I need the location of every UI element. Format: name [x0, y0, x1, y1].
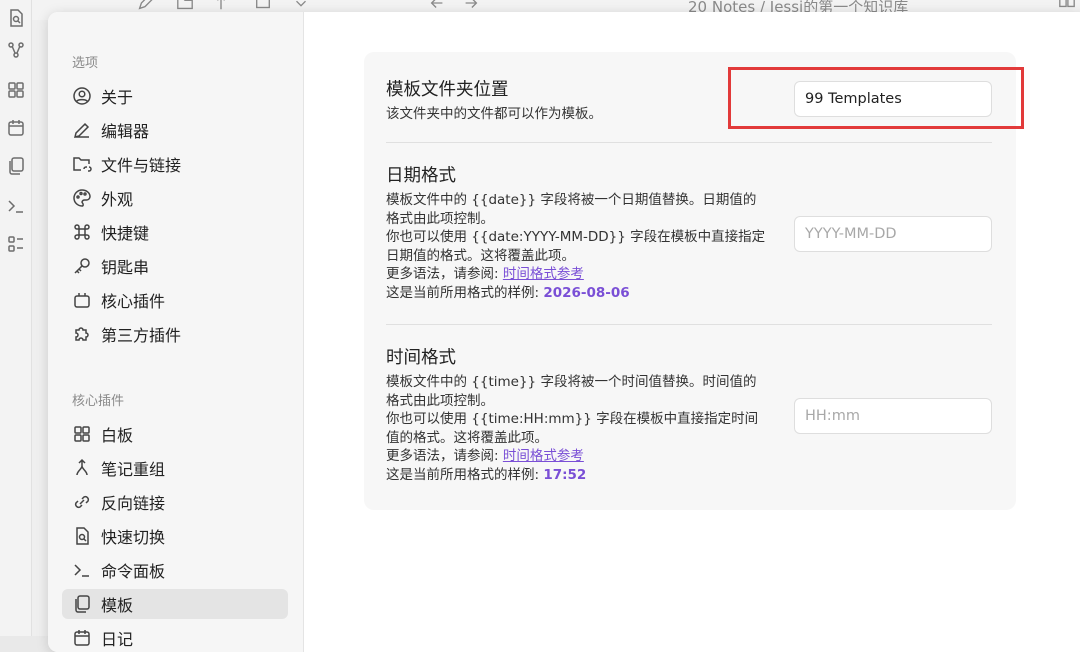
time-format-input[interactable]: [794, 398, 992, 434]
divider: [386, 324, 992, 325]
sidebar-group-title-options: 选项: [72, 52, 98, 71]
sidebar-item-label: 白板: [101, 422, 133, 446]
desc-line: 你也可以使用 {{date:YYYY-MM-DD}} 字段在模板中直接指定日期值…: [386, 228, 768, 265]
sidebar-item-label: 反向链接: [101, 490, 165, 514]
sidebar-item-label: 日记: [101, 626, 133, 650]
pen-icon: [72, 120, 92, 140]
sidebar-item-editor[interactable]: 编辑器: [62, 115, 288, 145]
sidebar-item-label: 外观: [101, 186, 133, 210]
sidebar-item-daily-notes[interactable]: 日记: [62, 623, 288, 652]
setting-name: 时间格式: [386, 344, 992, 369]
sidebar-item-canvas[interactable]: 白板: [62, 419, 288, 449]
sidebar-item-label: 快捷键: [101, 220, 149, 244]
calendar-icon[interactable]: [6, 118, 26, 138]
desc-sample: 这是当前所用格式的样例: 17:52: [386, 466, 768, 485]
sidebar-item-label: 编辑器: [101, 118, 149, 142]
date-sample-value: 2026-08-06: [543, 285, 629, 301]
grid-icon: [72, 424, 92, 444]
left-ribbon: [0, 0, 32, 636]
file-search-icon: [72, 526, 92, 546]
settings-content: 模板文件夹位置 该文件夹中的文件都可以作为模板。 日期格式 模板文件中的 {{d…: [304, 12, 1080, 652]
sidebar-item-command-palette[interactable]: 命令面板: [62, 555, 288, 585]
sidebar-item-label: 关于: [101, 84, 133, 108]
time-sample-value: 17:52: [543, 467, 586, 483]
setting-description: 该文件夹中的文件都可以作为模板。: [386, 105, 768, 124]
setting-description: 模板文件中的 {{time}} 字段将被一个时间值替换。时间值的格式由此项控制。…: [386, 373, 768, 484]
terminal-icon: [72, 560, 92, 580]
sidebar-item-files-links[interactable]: 文件与链接: [62, 149, 288, 179]
list-icon[interactable]: [6, 234, 26, 254]
sidebar-item-hotkeys[interactable]: 快捷键: [62, 217, 288, 247]
setting-name: 日期格式: [386, 162, 992, 187]
palette-icon: [72, 188, 92, 208]
desc-more: 更多语法，请参阅: 时间格式参考: [386, 265, 768, 284]
graph-icon[interactable]: [6, 40, 26, 60]
merge-icon: [72, 458, 92, 478]
sidebar-item-about[interactable]: 关于: [62, 81, 288, 111]
copy-icon[interactable]: [6, 156, 26, 176]
date-format-reference-link[interactable]: 时间格式参考: [503, 266, 584, 282]
command-icon: [72, 222, 92, 242]
sidebar-item-backlinks[interactable]: 反向链接: [62, 487, 288, 517]
key-icon: [72, 256, 92, 276]
sidebar-item-label: 文件与链接: [101, 152, 181, 176]
sidebar-item-label: 模板: [101, 592, 133, 616]
terminal-icon[interactable]: [6, 196, 26, 216]
time-format-reference-link[interactable]: 时间格式参考: [503, 448, 584, 464]
sidebar-item-label: 钥匙串: [101, 254, 149, 278]
sidebar-group-title-core-plugins: 核心插件: [72, 390, 124, 409]
reading-view-icon[interactable]: [1058, 0, 1076, 10]
desc-line: 模板文件中的 {{time}} 字段将被一个时间值替换。时间值的格式由此项控制。: [386, 373, 768, 410]
settings-sidebar: 选项 关于 编辑器 文件与链接 外观 快捷键 钥匙串 核心插件: [48, 12, 304, 652]
setting-description: 模板文件中的 {{date}} 字段将被一个日期值替换。日期值的格式由此项控制。…: [386, 191, 768, 302]
copy-icon: [72, 594, 92, 614]
desc-line: 你也可以使用 {{time:HH:mm}} 字段在模板中直接指定时间值的格式。这…: [386, 410, 768, 447]
desc-line: 模板文件中的 {{date}} 字段将被一个日期值替换。日期值的格式由此项控制。: [386, 191, 768, 228]
forward-arrow-icon[interactable]: [462, 0, 480, 12]
chevron-down-icon[interactable]: [292, 0, 310, 12]
date-format-input[interactable]: [794, 216, 992, 252]
divider: [386, 142, 992, 143]
edit-icon[interactable]: [136, 0, 154, 12]
sort-icon[interactable]: [212, 0, 230, 12]
sidebar-item-keychain[interactable]: 钥匙串: [62, 251, 288, 281]
calendar-icon: [72, 628, 92, 648]
grid-icon[interactable]: [6, 80, 26, 100]
person-circle-icon: [72, 86, 92, 106]
collapse-icon[interactable]: [254, 0, 272, 12]
file-search-icon[interactable]: [6, 8, 26, 28]
sidebar-item-label: 核心插件: [101, 288, 165, 312]
settings-modal: 选项 关于 编辑器 文件与链接 外观 快捷键 钥匙串 核心插件: [48, 12, 1080, 652]
sidebar-item-label: 快速切换: [101, 524, 165, 548]
sidebar-item-label: 命令面板: [101, 558, 165, 582]
sidebar-item-core-plugins[interactable]: 核心插件: [62, 285, 288, 315]
sidebar-item-community-plugins[interactable]: 第三方插件: [62, 319, 288, 349]
sidebar-item-label: 笔记重组: [101, 456, 165, 480]
desc-more: 更多语法，请参阅: 时间格式参考: [386, 447, 768, 466]
desc-sample: 这是当前所用格式的样例: 2026-08-06: [386, 284, 768, 303]
sidebar-item-templates[interactable]: 模板: [62, 589, 288, 619]
sidebar-item-note-composer[interactable]: 笔记重组: [62, 453, 288, 483]
templates-settings-card: 模板文件夹位置 该文件夹中的文件都可以作为模板。 日期格式 模板文件中的 {{d…: [364, 52, 1016, 510]
folder-link-icon: [72, 154, 92, 174]
sidebar-item-label: 第三方插件: [101, 322, 181, 346]
back-arrow-icon[interactable]: [428, 0, 446, 12]
plugin-box-icon: [72, 290, 92, 310]
sidebar-item-quick-switcher[interactable]: 快速切换: [62, 521, 288, 551]
puzzle-icon: [72, 324, 92, 344]
sidebar-item-appearance[interactable]: 外观: [62, 183, 288, 213]
folder-icon[interactable]: [176, 0, 194, 12]
backlink-icon: [72, 492, 92, 512]
template-folder-input[interactable]: [794, 81, 992, 117]
